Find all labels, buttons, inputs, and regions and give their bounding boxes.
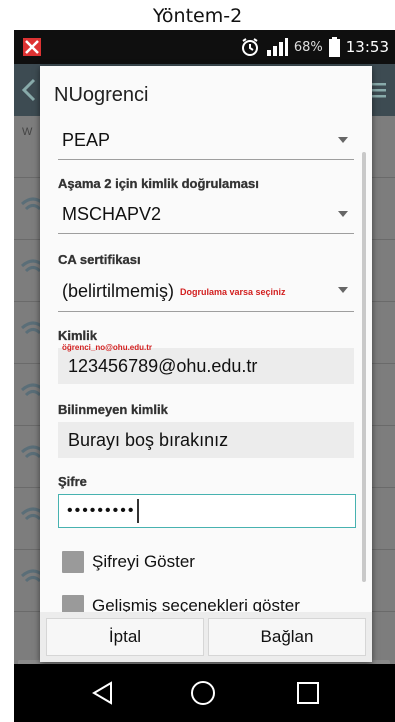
anonymous-identity-label: Bilinmeyen kimlik — [58, 402, 168, 417]
battery-icon — [328, 37, 340, 57]
dialog-body[interactable]: PEAP Aşama 2 için kimlik doğrulaması MSC… — [40, 122, 372, 612]
dialog-buttons: İptal Bağlan — [40, 612, 372, 662]
phone-screen: 68% 13:53 W NUogrenci PEAP Aşama 2 için … — [14, 30, 395, 722]
ca-cert-label: CA sertifikası — [58, 252, 141, 267]
wifi-config-dialog: NUogrenci PEAP Aşama 2 için kimlik doğru… — [40, 66, 372, 662]
advanced-options-label: Gelişmiş seçenekleri göster — [92, 596, 300, 612]
phase2-value: MSCHAPV2 — [62, 204, 162, 224]
identity-value: 123456789@ohu.edu.tr — [68, 355, 258, 376]
back-arrow-icon — [21, 78, 36, 102]
dropdown-arrow-icon — [338, 287, 348, 293]
background-tab-hint: W — [22, 126, 33, 138]
nav-recent-apps-icon[interactable] — [296, 681, 320, 705]
advanced-options-checkbox[interactable] — [62, 595, 84, 612]
ca-cert-hint: Dogrulama varsa seçiniz — [180, 286, 286, 297]
signal-icon — [266, 38, 288, 56]
nav-back-icon[interactable] — [90, 680, 116, 706]
notification-icon — [23, 38, 41, 56]
advanced-options-row[interactable]: Gelişmiş seçenekleri göster — [62, 592, 300, 612]
dialog-scrollbar[interactable] — [362, 152, 366, 582]
show-password-label: Şifreyi Göster — [92, 552, 195, 571]
text-caret — [137, 499, 140, 523]
show-password-checkbox[interactable] — [62, 551, 84, 573]
dropdown-arrow-icon — [338, 211, 348, 217]
navigation-bar — [14, 664, 395, 722]
identity-label: Kimlik — [58, 328, 98, 343]
identity-hint: öğrenci_no@ohu.edu.tr — [62, 343, 153, 352]
password-label: Şifre — [58, 474, 87, 489]
cancel-button[interactable]: İptal — [46, 618, 204, 656]
anonymous-identity-field[interactable]: Burayı boş bırakınız — [58, 422, 354, 458]
password-value: ••••••••• — [67, 502, 136, 519]
eap-method-spinner[interactable]: PEAP — [58, 122, 354, 160]
show-password-row[interactable]: Şifreyi Göster — [62, 548, 195, 576]
phase2-spinner[interactable]: MSCHAPV2 — [58, 196, 354, 234]
dialog-title: NUogrenci — [54, 84, 149, 106]
identity-field[interactable]: 123456789@ohu.edu.tr — [58, 348, 354, 384]
nav-home-icon[interactable] — [190, 680, 216, 706]
anonymous-identity-value: Burayı boş bırakınız — [68, 429, 229, 450]
status-bar: 68% 13:53 — [14, 30, 395, 64]
status-time: 13:53 — [345, 38, 389, 56]
alarm-icon — [241, 38, 258, 56]
connect-button[interactable]: Bağlan — [208, 618, 366, 656]
battery-percent: 68% — [293, 39, 323, 55]
dropdown-arrow-icon — [338, 137, 348, 143]
caption-title: Yöntem-2 — [152, 5, 243, 27]
ca-cert-value: (belirtilmemiş) — [62, 281, 174, 301]
phase2-label: Aşama 2 için kimlik doğrulaması — [58, 176, 259, 191]
password-field[interactable]: ••••••••• — [58, 494, 356, 528]
ca-cert-spinner[interactable]: (belirtilmemiş) Dogrulama varsa seçiniz — [58, 272, 354, 312]
eap-method-value: PEAP — [62, 130, 111, 150]
overflow-menu-icon — [372, 83, 386, 98]
